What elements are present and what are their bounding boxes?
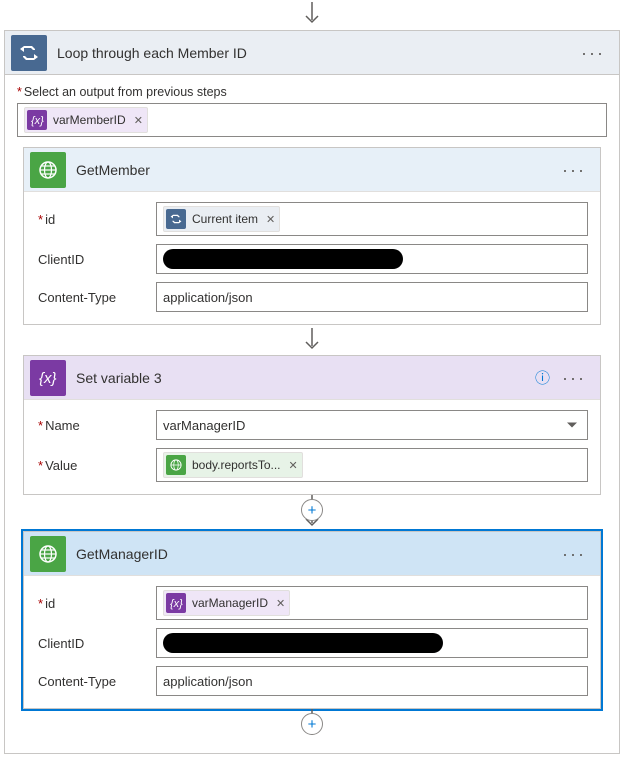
arrow-getmember-to-setvar	[23, 325, 601, 355]
getmember-id-label: id	[36, 212, 156, 227]
redacted-value	[163, 633, 443, 653]
output-hint-label: Select an output from previous steps	[17, 85, 607, 99]
setvar-value-field[interactable]: body.reportsTo... ✕	[156, 448, 588, 482]
token-varMemberID[interactable]: {x} varMemberID ✕	[24, 107, 148, 133]
token-remove-button[interactable]: ✕	[276, 597, 285, 610]
getmember-contenttype-field[interactable]	[156, 282, 588, 312]
getmanager-clientid-label: ClientID	[36, 636, 156, 651]
plus-icon: +	[308, 717, 317, 732]
token-remove-button[interactable]: ✕	[266, 213, 275, 226]
arrow-after-getmanager: +	[23, 709, 601, 735]
getmember-title: GetMember	[76, 162, 562, 178]
getmanager-id-field[interactable]: {x} varManagerID ✕	[156, 586, 588, 620]
loop-output-field[interactable]: {x} varMemberID ✕	[17, 103, 607, 137]
token-current-item[interactable]: Current item ✕	[163, 206, 280, 232]
svg-text:{x}: {x}	[170, 598, 183, 610]
getmanager-clientid-field[interactable]	[156, 628, 588, 658]
setvar-card: {x} Set variable 3 ⓘ ··· Name	[23, 355, 601, 495]
getmanager-contenttype-field[interactable]	[156, 666, 588, 696]
getmember-menu-button[interactable]: ···	[562, 161, 586, 179]
setvar-title: Set variable 3	[76, 370, 535, 386]
arrow-into-loop	[0, 0, 624, 30]
loop-card: Loop through each Member ID ··· Select a…	[4, 30, 620, 754]
token-label: varManagerID	[192, 596, 268, 610]
setvar-name-select[interactable]	[156, 410, 588, 440]
getmember-id-field[interactable]: Current item ✕	[156, 202, 588, 236]
arrow-setvar-to-getmanager: +	[23, 495, 601, 531]
getmanager-card: GetManagerID ··· id {x}	[23, 531, 601, 709]
token-label: varMemberID	[53, 113, 126, 127]
loop-icon	[11, 35, 47, 71]
getmanager-contenttype-input[interactable]	[163, 674, 581, 689]
getmember-card: GetMember ··· id	[23, 147, 601, 325]
token-remove-button[interactable]: ✕	[289, 459, 298, 472]
getmember-contenttype-label: Content-Type	[36, 290, 156, 305]
token-label: body.reportsTo...	[192, 458, 281, 472]
loop-header[interactable]: Loop through each Member ID ···	[5, 31, 619, 75]
setvar-value-label: Value	[36, 458, 156, 473]
add-step-button[interactable]: +	[301, 499, 323, 521]
redacted-value	[163, 249, 403, 269]
http-icon	[30, 536, 66, 572]
setvar-menu-button[interactable]: ···	[562, 369, 586, 387]
variable-icon: {x}	[27, 110, 47, 130]
setvar-name-input[interactable]	[163, 418, 581, 433]
token-remove-button[interactable]: ✕	[134, 114, 143, 127]
loop-icon	[166, 209, 186, 229]
http-icon	[30, 152, 66, 188]
token-varManagerID[interactable]: {x} varManagerID ✕	[163, 590, 290, 616]
token-label: Current item	[192, 212, 258, 226]
getmanager-menu-button[interactable]: ···	[562, 545, 586, 563]
svg-text:{x}: {x}	[39, 370, 57, 387]
http-icon	[166, 455, 186, 475]
getmember-header[interactable]: GetMember ···	[24, 148, 600, 192]
svg-text:{x}: {x}	[31, 115, 44, 127]
setvar-name-label: Name	[36, 418, 156, 433]
getmember-contenttype-input[interactable]	[163, 290, 581, 305]
getmanager-title: GetManagerID	[76, 546, 562, 562]
loop-menu-button[interactable]: ···	[581, 44, 605, 62]
help-icon[interactable]: ⓘ	[535, 367, 550, 388]
plus-icon: +	[308, 503, 317, 518]
getmanager-contenttype-label: Content-Type	[36, 674, 156, 689]
getmember-clientid-label: ClientID	[36, 252, 156, 267]
variable-icon: {x}	[166, 593, 186, 613]
loop-title: Loop through each Member ID	[57, 45, 581, 61]
variable-icon: {x}	[30, 360, 66, 396]
getmanager-id-label: id	[36, 596, 156, 611]
setvar-header[interactable]: {x} Set variable 3 ⓘ ···	[24, 356, 600, 400]
getmanager-header[interactable]: GetManagerID ···	[24, 532, 600, 576]
getmember-clientid-field[interactable]	[156, 244, 588, 274]
token-body-reportsto[interactable]: body.reportsTo... ✕	[163, 452, 303, 478]
add-step-button[interactable]: +	[301, 713, 323, 735]
